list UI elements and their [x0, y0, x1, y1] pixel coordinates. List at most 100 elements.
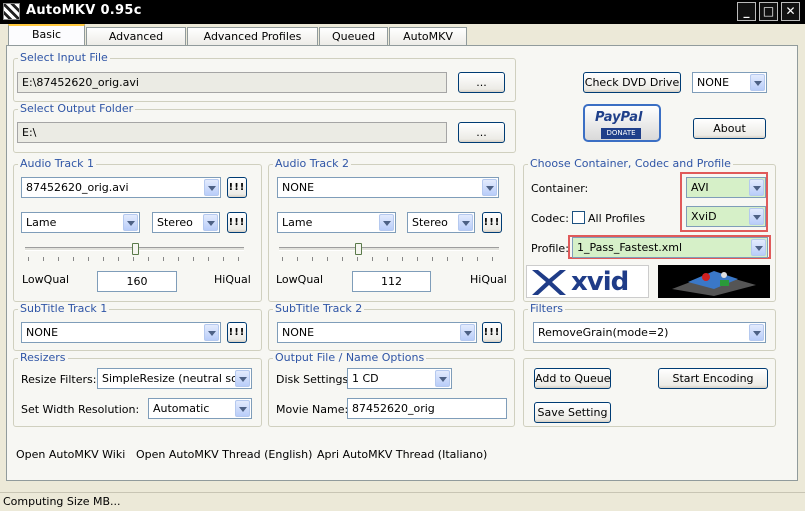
- status-text: Computing Size MB...: [3, 495, 121, 508]
- movie-name-label: Movie Name:: [276, 403, 349, 416]
- title-bar[interactable]: AutoMKV 0.95c _ □ ✕: [0, 0, 805, 24]
- output-folder-legend: Select Output Folder: [18, 102, 136, 115]
- chevron-down-icon: [482, 179, 497, 196]
- codec-value: XviD: [691, 210, 717, 223]
- audio2-channels-value: Stereo: [412, 216, 448, 229]
- width-resolution-label: Set Width Resolution:: [21, 403, 140, 416]
- audio2-quality-slider[interactable]: [279, 247, 499, 251]
- xvid-x-icon: [532, 270, 566, 295]
- dvd-drive-value: NONE: [697, 76, 730, 89]
- audio1-codec-select[interactable]: Lame: [21, 212, 140, 233]
- profile-label: Profile:: [531, 242, 569, 255]
- audio2-source-value: NONE: [282, 181, 315, 194]
- audio1-slider-ticks: [28, 257, 242, 261]
- chevron-down-icon: [749, 208, 764, 225]
- audio1-codec-value: Lame: [26, 216, 57, 229]
- minimize-button[interactable]: _: [737, 2, 756, 21]
- disk-settings-value: 1 CD: [352, 372, 379, 385]
- tab-advanced-profiles[interactable]: Advanced Profiles Editing: [187, 27, 318, 60]
- audio2-channels-select[interactable]: Stereo: [407, 212, 475, 233]
- filters-select[interactable]: RemoveGrain(mode=2): [533, 322, 766, 343]
- resize-filter-value: SimpleResize (neutral soft): [102, 372, 251, 385]
- paypal-donate-button[interactable]: PayPal DONATE: [583, 104, 661, 142]
- chevron-down-icon: [751, 239, 766, 256]
- audio-track-2-legend: Audio Track 2: [273, 157, 352, 170]
- paypal-logo: PayPal: [595, 110, 643, 125]
- audio2-hiqual-label: HiQual: [470, 273, 507, 286]
- chevron-down-icon: [458, 214, 473, 231]
- filters-legend: Filters: [528, 302, 565, 315]
- input-file-field[interactable]: E:\87452620_orig.avi: [17, 72, 447, 93]
- filters-value: RemoveGrain(mode=2): [538, 326, 669, 339]
- subtitle1-select[interactable]: NONE: [21, 322, 221, 343]
- thread-italian-link[interactable]: Apri AutoMKV Thread (Italiano): [317, 448, 487, 461]
- thread-english-link[interactable]: Open AutoMKV Thread (English): [136, 448, 312, 461]
- audio2-codec-select[interactable]: Lame: [277, 212, 396, 233]
- audio2-source-select[interactable]: NONE: [277, 177, 499, 198]
- start-encoding-button[interactable]: Start Encoding: [658, 368, 768, 389]
- audio2-slider-thumb[interactable]: [355, 243, 363, 255]
- audio2-bitrate-field[interactable]: 112: [352, 271, 431, 292]
- audio1-lowqual-label: LowQual: [22, 273, 70, 286]
- add-to-queue-button[interactable]: Add to Queue: [534, 368, 611, 389]
- profile-value: 1_Pass_Fastest.xml: [577, 241, 683, 254]
- audio1-channels-value: Stereo: [157, 216, 193, 229]
- disk-settings-select[interactable]: 1 CD: [347, 368, 452, 389]
- resize-filter-label: Resize Filters:: [21, 373, 97, 386]
- subtitle1-options-button[interactable]: !!!: [227, 322, 247, 343]
- wiki-link[interactable]: Open AutoMKV Wiki: [16, 448, 125, 461]
- audio1-bitrate-field[interactable]: 160: [97, 271, 177, 292]
- audio1-options-button[interactable]: !!!: [227, 212, 247, 233]
- window-title: AutoMKV 0.95c: [26, 3, 142, 18]
- movie-name-field[interactable]: 87452620_orig: [347, 398, 507, 419]
- profile-select[interactable]: 1_Pass_Fastest.xml: [572, 237, 768, 258]
- tab-advanced-settings[interactable]: Advanced Settings: [86, 27, 186, 60]
- chevron-down-icon: [203, 214, 218, 231]
- subtitle1-value: NONE: [26, 326, 59, 339]
- chevron-down-icon: [204, 324, 219, 341]
- codec-label: Codec:: [531, 212, 569, 225]
- subtitle-track-1-legend: SubTitle Track 1: [18, 302, 110, 315]
- chevron-down-icon: [123, 214, 138, 231]
- width-resolution-select[interactable]: Automatic: [148, 398, 252, 419]
- maximize-button[interactable]: □: [759, 2, 778, 21]
- chevron-down-icon: [235, 400, 250, 417]
- tab-basic-settings[interactable]: Basic Settings: [8, 24, 85, 58]
- resizers-legend: Resizers: [18, 351, 68, 364]
- tab-queued-job[interactable]: Queued Job: [319, 27, 388, 60]
- audio1-source-select[interactable]: 87452620_orig.avi: [21, 177, 221, 198]
- mkv-graphic-icon: [672, 271, 756, 296]
- input-file-legend: Select Input File: [18, 51, 110, 64]
- subtitle2-value: NONE: [282, 326, 315, 339]
- close-button[interactable]: ✕: [781, 2, 800, 21]
- resize-filter-select[interactable]: SimpleResize (neutral soft): [97, 368, 252, 389]
- input-browse-button[interactable]: ...: [458, 72, 505, 93]
- check-dvd-button[interactable]: Check DVD Drive: [583, 72, 681, 93]
- subtitle2-options-button[interactable]: !!!: [482, 322, 502, 343]
- audio2-slider-ticks: [282, 257, 497, 261]
- codec-select[interactable]: XviD: [686, 206, 766, 227]
- output-browse-button[interactable]: ...: [458, 122, 505, 143]
- audio1-channels-select[interactable]: Stereo: [152, 212, 220, 233]
- output-folder-field[interactable]: E:\: [17, 122, 447, 143]
- audio-track-1-legend: Audio Track 1: [18, 157, 97, 170]
- all-profiles-label: All Profiles: [588, 212, 646, 225]
- audio2-options-button[interactable]: !!!: [482, 212, 502, 233]
- mkv-logo: [658, 265, 770, 298]
- about-button[interactable]: About: [693, 118, 766, 139]
- audio1-slider-thumb[interactable]: [131, 243, 139, 255]
- tab-automkv-log[interactable]: AutoMKV LOG: [389, 27, 467, 60]
- all-profiles-checkbox[interactable]: [572, 211, 585, 224]
- audio1-info-button[interactable]: !!!: [227, 177, 247, 198]
- subtitle2-select[interactable]: NONE: [277, 322, 477, 343]
- width-resolution-value: Automatic: [153, 402, 210, 415]
- audio2-codec-value: Lame: [282, 216, 313, 229]
- container-select[interactable]: AVI: [686, 177, 766, 198]
- save-setting-button[interactable]: Save Setting: [534, 402, 611, 423]
- output-options-legend: Output File / Name Options: [273, 351, 427, 364]
- app-icon: [3, 3, 20, 20]
- container-label: Container:: [531, 182, 589, 195]
- dvd-drive-select[interactable]: NONE: [692, 72, 767, 93]
- chevron-down-icon: [379, 214, 394, 231]
- chevron-down-icon: [460, 324, 475, 341]
